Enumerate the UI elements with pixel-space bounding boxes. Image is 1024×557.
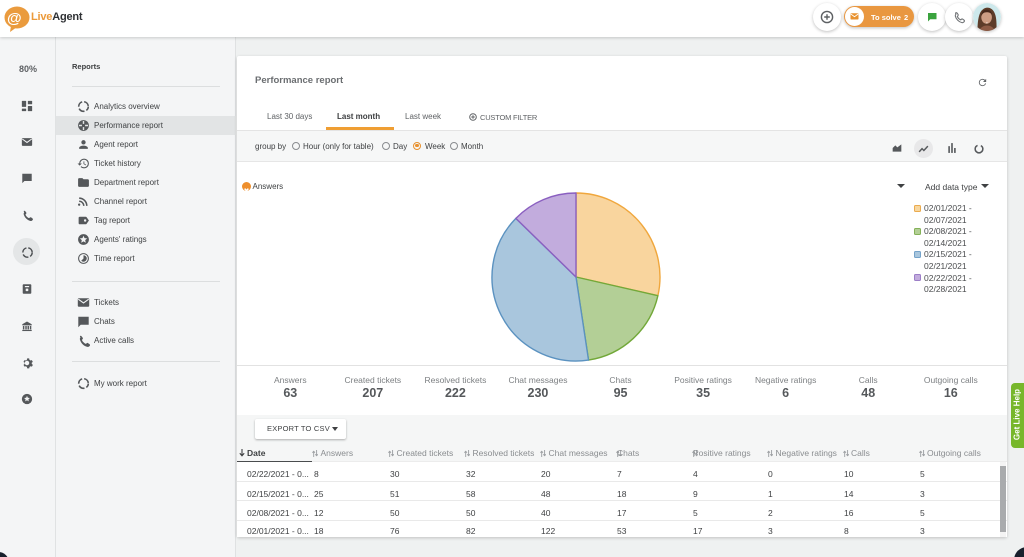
svg-text:@: @ [7,10,22,27]
